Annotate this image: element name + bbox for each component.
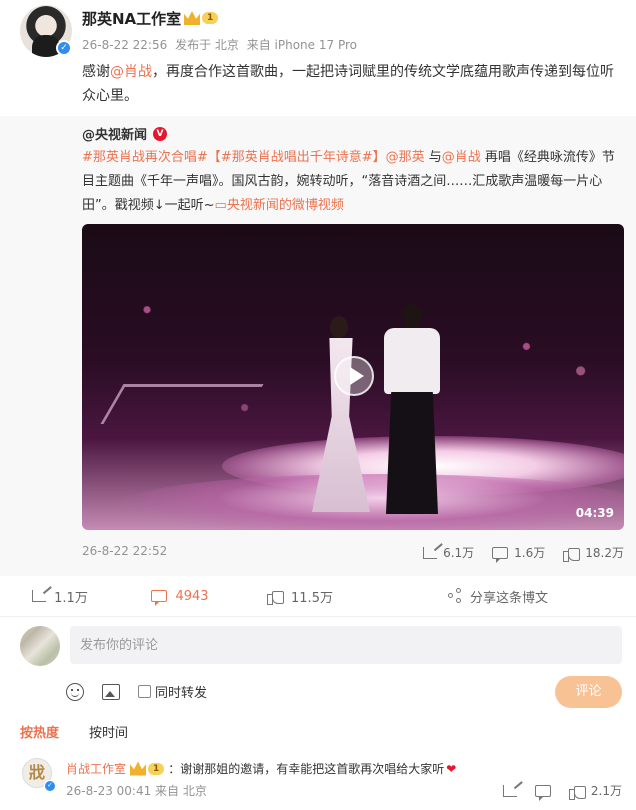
- vip-badge[interactable]: 1: [130, 761, 165, 776]
- post-text-prefix: 感谢: [82, 64, 110, 80]
- vip-level: 1: [148, 762, 165, 775]
- share-icon[interactable]: [502, 784, 517, 797]
- comment-sort-tabs: 按热度 按时间: [20, 722, 128, 741]
- vip-level: 1: [202, 12, 219, 24]
- repost-comment-count: 1.6万: [514, 546, 546, 560]
- comment-button[interactable]: 4943: [120, 580, 240, 612]
- thumbs-up-icon: [267, 589, 285, 605]
- mention-link[interactable]: @肖战: [110, 64, 152, 80]
- mention-link[interactable]: @肖战: [442, 150, 481, 165]
- share-post-label: 分享这条博文: [469, 590, 548, 606]
- thumbs-up-icon: [568, 784, 586, 800]
- mention-link[interactable]: @那英: [386, 150, 425, 165]
- hashtag-link[interactable]: #那英肖战再次合唱#: [82, 150, 208, 165]
- repost-card: @央视新闻 V #那英肖战再次合唱#【#那英肖战唱出千年诗意#】@那英 与@肖战…: [0, 116, 636, 576]
- hashtag-link[interactable]: 【#那英肖战唱出千年诗意#】: [208, 150, 386, 165]
- video-link-icon: ▭: [214, 198, 227, 213]
- forward-icon: [32, 590, 47, 602]
- video-duration: 04:39: [575, 506, 614, 520]
- post-action-bar: 1.1万 4943 11.5万 分享这条博文: [0, 580, 636, 612]
- crown-icon: [184, 11, 200, 25]
- comment-icon: [492, 546, 509, 563]
- vip-badge[interactable]: 1: [184, 10, 222, 26]
- share-icon: [423, 546, 438, 559]
- image-icon[interactable]: [102, 683, 120, 700]
- video-player[interactable]: 04:39: [82, 224, 624, 530]
- forward-checkbox-label: 同时转发: [155, 686, 208, 701]
- stage-glow: [122, 474, 624, 530]
- singer-figure: [310, 316, 370, 512]
- share-post-button[interactable]: 分享这条博文: [360, 580, 636, 612]
- author-name[interactable]: 那英NA工作室: [82, 8, 181, 29]
- verified-icon: ✓: [56, 40, 72, 56]
- comment-input[interactable]: [70, 626, 622, 664]
- comment-meta: 26-8-23 00:41 来自 北京: [66, 784, 207, 798]
- emoji-icon[interactable]: [66, 682, 84, 701]
- video-link-label: 央视新闻的微博视频: [226, 198, 344, 213]
- repost-timestamp[interactable]: 26-8-22 22:52: [82, 544, 167, 558]
- repost-comment-button[interactable]: 1.6万: [492, 544, 546, 563]
- comment-icon: [151, 590, 168, 606]
- post-meta: 26-8-22 22:56 发布于 北京 来自 iPhone 17 Pro: [82, 36, 361, 53]
- heart-icon: ❤: [446, 761, 457, 776]
- crown-icon: [130, 761, 147, 776]
- repost-text: #那英肖战再次合唱#【#那英肖战唱出千年诗意#】@那英 与@肖战 再唱《经典咏流…: [82, 146, 627, 218]
- repost-text-with: 与: [424, 150, 442, 165]
- divider: [0, 616, 636, 617]
- forward-button[interactable]: 1.1万: [0, 580, 120, 612]
- repost-footer: 26-8-22 22:52 6.1万 1.6万 18.2万: [82, 544, 624, 564]
- share-nodes-icon: [447, 588, 462, 603]
- verified-icon: ✓: [44, 780, 56, 792]
- comment-like-button[interactable]: 2.1万: [568, 782, 622, 800]
- post-location: 发布于 北京: [175, 38, 239, 52]
- tab-sort-hot[interactable]: 按热度: [20, 722, 59, 741]
- singer-figure: [380, 304, 444, 514]
- checkbox[interactable]: [138, 685, 151, 698]
- repost-share-count: 6.1万: [443, 546, 475, 560]
- repost-share-button[interactable]: 6.1万: [423, 544, 474, 561]
- post-text-suffix: ，再度合作这首歌曲，一起把诗词赋里的传统文学底蕴用歌声传递到每位听众心里。: [82, 64, 614, 104]
- forward-count: 1.1万: [54, 590, 88, 606]
- comment-count: 4943: [175, 588, 209, 604]
- comment-like-count: 2.1万: [590, 784, 622, 798]
- repost-like-count: 18.2万: [585, 546, 624, 560]
- thumbs-up-icon: [563, 546, 581, 562]
- repost-author-name[interactable]: @央视新闻: [82, 124, 147, 143]
- tab-sort-time[interactable]: 按时间: [89, 722, 128, 741]
- current-user-avatar[interactable]: [20, 626, 60, 666]
- video-link[interactable]: ▭央视新闻的微博视频: [215, 198, 344, 213]
- like-count: 11.5万: [291, 590, 333, 606]
- red-v-icon: V: [153, 126, 168, 141]
- stage-rail: [100, 384, 264, 424]
- reply-icon[interactable]: [534, 784, 551, 801]
- post-timestamp[interactable]: 26-8-22 22:56: [82, 38, 167, 52]
- comment-line: 肖战工作室 1 ：谢谢那姐的邀请，有幸能把这首歌再次唱给大家听 ❤: [66, 760, 456, 777]
- comment-text: ：谢谢那姐的邀请，有幸能把这首歌再次唱给大家听: [168, 762, 445, 776]
- repost-like-button[interactable]: 18.2万: [563, 544, 624, 562]
- post-device: 来自 iPhone 17 Pro: [246, 38, 357, 52]
- commenter-name[interactable]: 肖战工作室: [66, 760, 126, 777]
- forward-checkbox[interactable]: 同时转发: [138, 682, 207, 701]
- play-icon[interactable]: [334, 356, 374, 396]
- repost-author[interactable]: @央视新闻 V: [82, 124, 168, 143]
- post-content: 感谢@肖战，再度合作这首歌曲，一起把诗词赋里的传统文学底蕴用歌声传递到每位听众心…: [82, 60, 622, 108]
- like-button[interactable]: 11.5万: [240, 580, 360, 612]
- submit-comment-button[interactable]: 评论: [555, 676, 622, 708]
